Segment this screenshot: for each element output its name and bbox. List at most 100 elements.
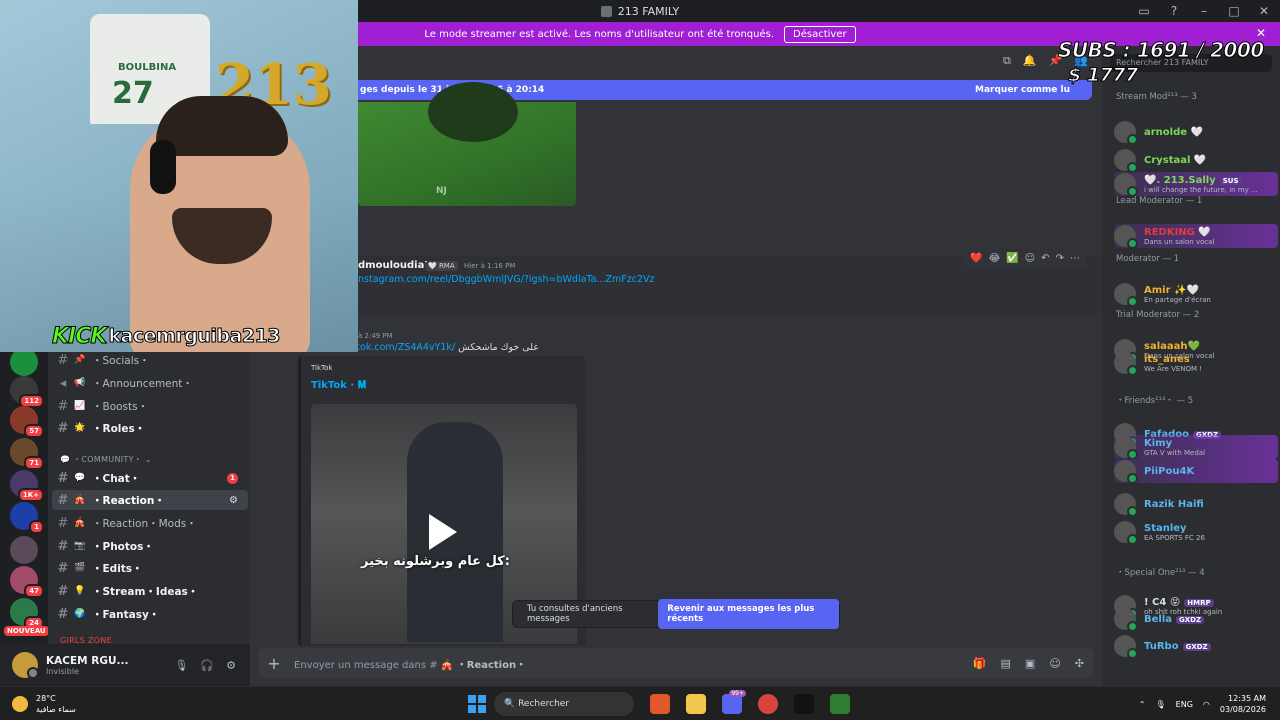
server-item[interactable] bbox=[10, 536, 38, 564]
server-item[interactable]: 71 bbox=[10, 438, 44, 470]
category-community[interactable]: 💬 ・COMMUNITY・ ⌄ bbox=[60, 454, 152, 465]
microphone-icon[interactable]: 🎙 bbox=[1156, 700, 1166, 709]
apps-icon[interactable]: ✣ bbox=[1075, 657, 1084, 670]
server-icon bbox=[600, 5, 612, 17]
sticker-icon[interactable]: ▣ bbox=[1025, 657, 1035, 670]
avatar bbox=[1114, 352, 1138, 376]
gif-icon[interactable]: ▤ bbox=[1001, 657, 1011, 670]
server-item[interactable]: 112 bbox=[10, 376, 44, 408]
gift-icon[interactable]: 🎁 bbox=[973, 657, 987, 670]
member-item[interactable]: arnolde 🤍 bbox=[1114, 120, 1278, 145]
member-name-text: ! C4 😝 bbox=[1144, 596, 1181, 608]
member-name: Amir ✨🤍 bbox=[1144, 285, 1211, 296]
member-text: its_anes We Are VENOM ! bbox=[1144, 354, 1202, 373]
wifi-icon[interactable]: ◠ bbox=[1203, 700, 1210, 709]
chrome-icon[interactable] bbox=[758, 694, 778, 714]
server-kick[interactable] bbox=[10, 348, 38, 376]
search-label: Rechercher bbox=[518, 699, 570, 709]
discord-icon[interactable]: 99+ bbox=[722, 690, 746, 714]
system-tray: ⌃ 🎙 ENG ◠ 12:35 AM 03/08/2026 bbox=[1139, 693, 1266, 715]
member-item[interactable]: Stanley EA SPORTS FC 26 bbox=[1114, 520, 1278, 545]
channel-announcement[interactable]: ◂ 📢 ・Announcement・ bbox=[52, 373, 248, 393]
mark-as-read-button[interactable]: Marquer comme lu bbox=[975, 85, 1070, 95]
channel-reaction[interactable]: # 🎪 ・Reaction・ ⚙ bbox=[52, 490, 248, 510]
unread-badge: 1 bbox=[29, 520, 44, 534]
clock[interactable]: 12:35 AM 03/08/2026 bbox=[1220, 693, 1266, 715]
more-icon[interactable]: ⋯ bbox=[1070, 253, 1080, 264]
message-actions: ❤️ 😂 ✅ ☺ ↶ ↷ ⋯ bbox=[964, 248, 1086, 268]
member-item[interactable]: Amir ✨🤍 En partage d'écran bbox=[1114, 282, 1278, 307]
server-item[interactable]: 47 bbox=[10, 566, 44, 598]
server-item[interactable]: 1 bbox=[10, 502, 44, 534]
language-indicator[interactable]: ENG bbox=[1176, 700, 1193, 709]
heart-reaction[interactable]: ❤️ bbox=[970, 253, 982, 264]
server-item[interactable]: 1K+ bbox=[10, 470, 44, 502]
member-item[interactable]: Razik Haifi bbox=[1114, 492, 1278, 517]
channel-chat[interactable]: # 💬 ・Chat・ 1 bbox=[52, 468, 248, 488]
member-item[interactable]: its_anes We Are VENOM ! bbox=[1114, 351, 1278, 376]
headphones-icon[interactable]: 🎧 bbox=[200, 659, 214, 672]
message-timestamp: Hier à 1:16 PM bbox=[464, 262, 516, 270]
help-icon[interactable]: ? bbox=[1166, 3, 1182, 19]
channel-roles[interactable]: # 🌟 ・Roles・ bbox=[52, 418, 248, 438]
placeholder-channel: 🎪 ・Reaction・ bbox=[440, 659, 527, 671]
channel-socials[interactable]: # 📌 ・Socials・ bbox=[52, 350, 248, 370]
emoji-icon[interactable]: ☺ bbox=[1049, 657, 1060, 670]
channel-edits[interactable]: # 🎬 ・Edits・ bbox=[52, 558, 248, 578]
disable-streamer-button[interactable]: Désactiver bbox=[784, 25, 856, 43]
embed-title[interactable]: TikTok · 𝐌 bbox=[311, 380, 366, 391]
message-link[interactable]: nstagram.com/reel/DbggbWmlJVG/?igsh=bWdl… bbox=[358, 274, 655, 285]
avatar[interactable] bbox=[12, 652, 39, 679]
channel-photos[interactable]: # 📷 ・Photos・ bbox=[52, 536, 248, 556]
microphone-icon[interactable]: 🎙 bbox=[174, 659, 188, 672]
avatar bbox=[1114, 121, 1138, 145]
capcut-icon[interactable] bbox=[794, 694, 814, 714]
member-text: TuRbo GXDZ bbox=[1144, 641, 1211, 652]
android-icon[interactable] bbox=[830, 694, 850, 714]
laugh-reaction[interactable]: 😂 bbox=[989, 253, 1001, 264]
minimize-button[interactable]: – bbox=[1196, 3, 1212, 19]
message-composer[interactable]: + Envoyer un message dans # 🎪 ・Reaction・… bbox=[258, 648, 1094, 678]
bell-icon[interactable]: 🔔 bbox=[1023, 54, 1037, 68]
avatar bbox=[1114, 635, 1138, 659]
member-item[interactable]: PiiPou4K bbox=[1114, 459, 1278, 484]
windows-start-icon[interactable] bbox=[468, 695, 486, 713]
play-icon[interactable] bbox=[429, 514, 457, 550]
server-item[interactable]: 57 bbox=[10, 406, 44, 438]
channel-stream-ideas[interactable]: # 💡 ・Stream・Ideas・ bbox=[52, 581, 248, 601]
member-item[interactable]: TuRbo GXDZ bbox=[1114, 634, 1278, 659]
close-button[interactable]: ✕ bbox=[1256, 3, 1272, 19]
channel-fantasy[interactable]: # 🌍 ・Fantasy・ bbox=[52, 604, 248, 624]
category-girls-zone[interactable]: GIRLS ZONE bbox=[60, 636, 112, 644]
jump-to-present-button[interactable]: Revenir aux messages les plus récents bbox=[658, 599, 839, 629]
check-reaction[interactable]: ✅ bbox=[1006, 253, 1018, 264]
brave-icon[interactable] bbox=[650, 694, 670, 714]
member-item[interactable]: 🤍. 213.Sally SUS i will change the future,… bbox=[1114, 172, 1278, 197]
embed-image[interactable]: NJ bbox=[358, 82, 576, 206]
member-name-text: REDKING 🤍 bbox=[1144, 226, 1211, 238]
taskbar-apps: 🔍 Rechercher 99+ bbox=[468, 690, 850, 716]
channel-boosts[interactable]: # 📈 ・Boosts・ bbox=[52, 396, 248, 416]
gear-icon[interactable]: ⚙ bbox=[226, 659, 236, 672]
taskbar-search[interactable]: 🔍 Rechercher bbox=[494, 692, 634, 716]
channel-reaction-mods[interactable]: # 🎪 ・Reaction・Mods・ bbox=[52, 513, 248, 533]
maximize-button[interactable]: □ bbox=[1226, 3, 1242, 19]
member-item[interactable]: Bella GXDZ bbox=[1114, 607, 1278, 632]
channel-label: ・Reaction・ bbox=[92, 494, 165, 507]
reply-icon[interactable]: ↶ bbox=[1041, 253, 1049, 264]
channel-settings-icon[interactable]: ⚙ bbox=[229, 495, 238, 506]
member-item[interactable]: REDKING 🤍 Dans un salon vocal bbox=[1114, 224, 1278, 249]
member-item[interactable]: Crystaal 🤍 bbox=[1114, 148, 1278, 173]
forward-icon[interactable]: ↷ bbox=[1056, 253, 1064, 264]
composer-placeholder[interactable]: Envoyer un message dans # 🎪 ・Reaction・ bbox=[294, 656, 526, 671]
chevron-up-icon[interactable]: ⌃ bbox=[1139, 700, 1146, 709]
attach-icon[interactable]: + bbox=[258, 654, 290, 673]
member-item[interactable]: Kimy GTA V with Medal bbox=[1114, 435, 1278, 460]
add-reaction-icon[interactable]: ☺ bbox=[1025, 253, 1035, 264]
app-root: 213 FAMILY ▭ ? – □ ✕ Le mode streamer es… bbox=[0, 0, 1280, 720]
folder-icon[interactable] bbox=[686, 694, 706, 714]
server-item[interactable]: 24 bbox=[10, 598, 44, 630]
inbox-icon[interactable]: ▭ bbox=[1136, 3, 1152, 19]
threads-icon[interactable]: ⧉ bbox=[1003, 54, 1011, 68]
weather-widget[interactable]: 28°C سماء صافية bbox=[12, 693, 76, 715]
